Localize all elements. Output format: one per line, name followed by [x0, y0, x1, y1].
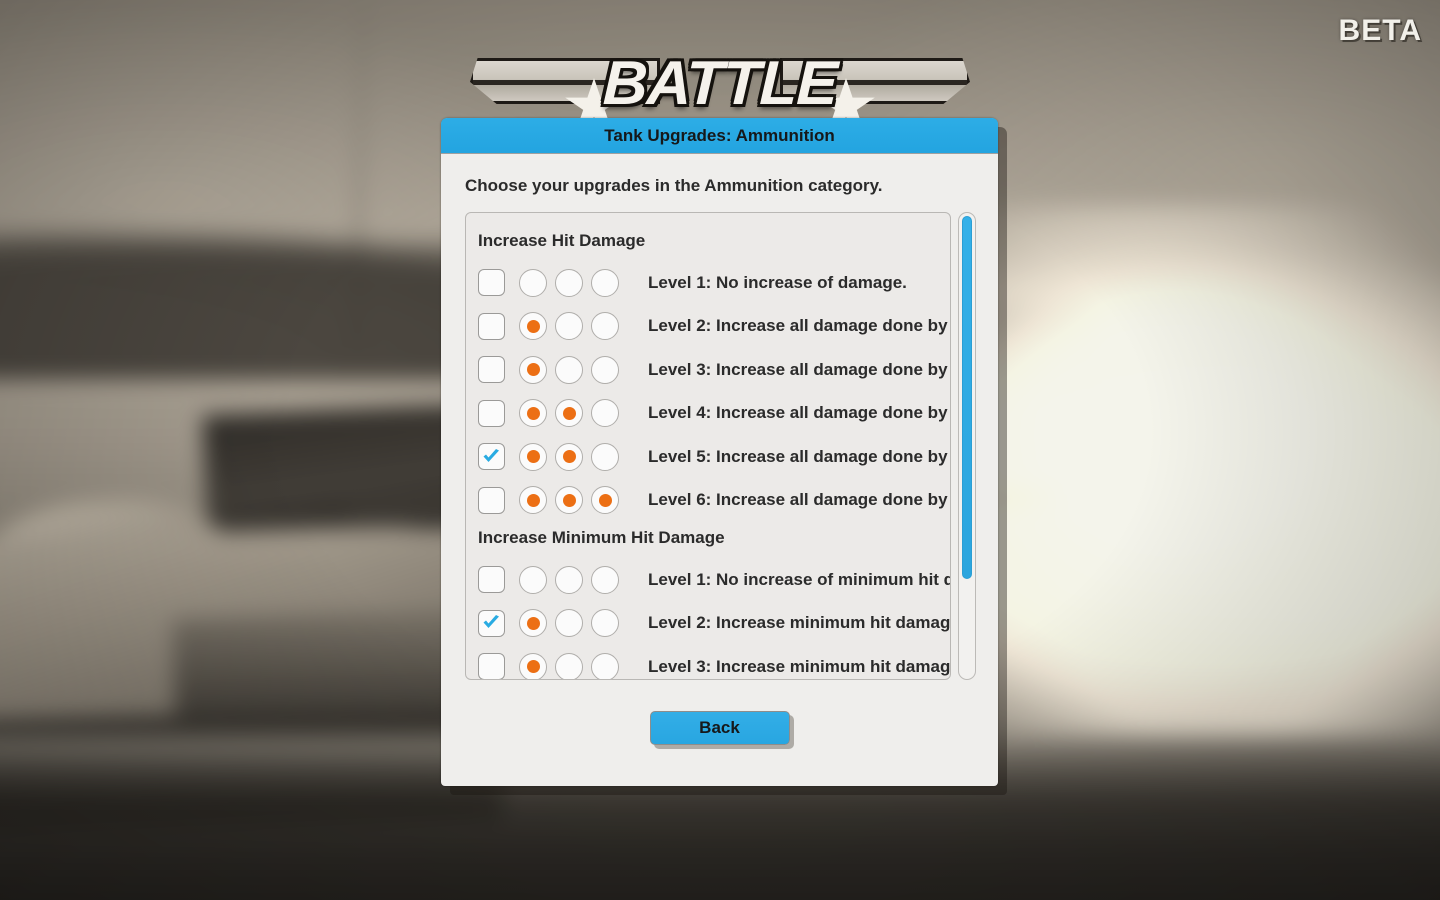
upgrade-option-row[interactable]: Level 3: Increase minimum hit damage by … — [466, 645, 951, 679]
level-pip-dot — [526, 363, 540, 377]
upgrade-option-label: Level 3: Increase minimum hit damage by … — [648, 656, 951, 676]
checkbox-icon[interactable] — [478, 312, 505, 340]
upgrade-group-title: Increase Minimum Hit Damage — [478, 528, 725, 547]
level-pip-empty-icon — [591, 652, 619, 679]
level-pip-dot — [526, 493, 540, 507]
upgrade-option-label: Level 6: Increase all damage done by 15%… — [648, 490, 950, 510]
upgrade-group-title: Increase Hit Damage — [478, 231, 646, 250]
upgrade-option-label: Level 1: No increase of minimum hit dama… — [648, 569, 950, 589]
level-pip-empty-icon — [591, 399, 619, 428]
level-pip-empty-icon — [591, 609, 619, 638]
level-pip-empty-icon — [591, 268, 619, 297]
upgrade-option-label: Level 1: No increase of damage. — [648, 272, 907, 292]
upgrade-list-scrollbar[interactable] — [958, 212, 976, 680]
upgrade-list-region: Increase Hit Damage Level 1: No increase … — [465, 212, 976, 680]
level-pip-dot — [526, 406, 540, 420]
level-pip-empty-icon — [555, 355, 583, 384]
level-pip-dot — [562, 450, 576, 464]
beta-badge: BETA — [1338, 14, 1422, 47]
scrollbar-thumb[interactable] — [962, 216, 972, 580]
level-pip-filled-icon — [555, 486, 583, 515]
back-button-label: Back — [699, 718, 740, 737]
level-pip-filled-icon — [519, 486, 547, 515]
dialog-title: Tank Upgrades: Ammunition — [604, 125, 835, 145]
level-pip-filled-icon — [519, 312, 547, 341]
level-pip-dot — [526, 660, 540, 674]
checkbox-icon[interactable] — [478, 566, 505, 594]
checkbox-icon[interactable] — [478, 399, 505, 427]
dialog-description: Choose your upgrades in the Ammunition c… — [465, 176, 883, 195]
upgrade-option-label: Level 4: Increase all damage done by 9%. — [648, 403, 951, 423]
level-pip-filled-icon — [591, 486, 619, 515]
level-pip-empty-icon — [555, 312, 583, 341]
upgrade-option-row[interactable]: Level 4: Increase all damage done by 9%. — [466, 392, 950, 436]
upgrade-option-label: Level 5: Increase all damage done by 12%… — [648, 446, 950, 466]
upgrade-option-label: Level 3: Increase all damage done by 6%. — [648, 359, 951, 379]
checkbox-icon[interactable] — [478, 653, 505, 679]
level-pip-empty-icon — [555, 565, 583, 594]
level-pip-empty-icon — [519, 268, 547, 297]
level-pip-empty-icon — [555, 268, 583, 297]
upgrade-list-content: Increase Hit Damage Level 1: No increase … — [466, 213, 951, 679]
upgrade-list-panel: Increase Hit Damage Level 1: No increase … — [465, 212, 951, 680]
level-pip-filled-icon — [555, 442, 583, 471]
level-pip-dot — [598, 493, 612, 507]
level-pip-dot — [562, 493, 576, 507]
dialog-titlebar: Tank Upgrades: Ammunition — [441, 118, 998, 154]
level-pip-empty-icon — [519, 565, 547, 594]
upgrade-option-label: Level 2: Increase minimum hit damage by … — [648, 613, 951, 633]
upgrade-option-label: Level 2: Increase all damage done by 3%. — [648, 316, 951, 336]
level-pip-filled-icon — [519, 442, 547, 471]
level-pip-filled-icon — [519, 355, 547, 384]
level-pip-empty-icon — [591, 565, 619, 594]
upgrade-option-row[interactable]: Level 1: No increase of damage. — [466, 261, 950, 305]
level-pip-empty-icon — [591, 442, 619, 471]
logo-title: BATTLE — [601, 49, 839, 118]
upgrade-option-row[interactable]: Level 2: Increase minimum hit damage by … — [466, 602, 950, 646]
level-pip-empty-icon — [555, 652, 583, 679]
checkbox-icon[interactable] — [478, 356, 505, 384]
upgrade-option-row[interactable]: Level 1: No increase of minimum hit dama… — [466, 558, 950, 602]
back-button[interactable]: Back — [649, 711, 790, 745]
level-pip-filled-icon — [519, 399, 547, 428]
level-pip-filled-icon — [555, 399, 583, 428]
game-logo: BATTLE — [470, 46, 970, 130]
dialog-footer: Back — [441, 680, 998, 786]
level-pip-empty-icon — [555, 609, 583, 638]
level-pip-empty-icon — [591, 355, 619, 384]
checkbox-checked-icon[interactable] — [478, 443, 505, 471]
upgrade-option-row[interactable]: Level 5: Increase all damage done by 12%… — [466, 435, 950, 479]
checkbox-icon[interactable] — [478, 486, 505, 514]
level-pip-dot — [526, 450, 540, 464]
level-pip-dot — [562, 406, 576, 420]
level-pip-filled-icon — [519, 652, 547, 679]
checkbox-checked-icon[interactable] — [478, 609, 505, 637]
level-pip-empty-icon — [591, 312, 619, 341]
tank-upgrades-dialog: Tank Upgrades: Ammunition Choose your up… — [441, 118, 998, 786]
checkbox-icon[interactable] — [478, 269, 505, 297]
level-pip-dot — [526, 616, 540, 630]
level-pip-filled-icon — [519, 609, 547, 638]
upgrade-option-row[interactable]: Level 3: Increase all damage done by 6%. — [466, 348, 950, 392]
upgrade-option-row[interactable]: Level 6: Increase all damage done by 15%… — [466, 479, 950, 523]
level-pip-dot — [526, 319, 540, 333]
upgrade-option-row[interactable]: Level 2: Increase all damage done by 3%. — [466, 305, 950, 349]
